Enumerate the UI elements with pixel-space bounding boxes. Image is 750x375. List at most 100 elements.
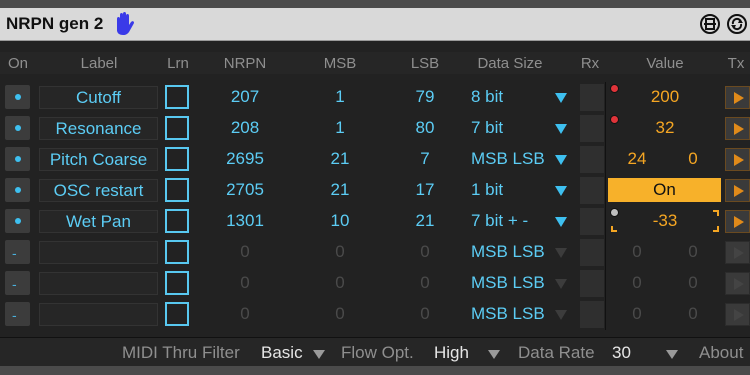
tx-button[interactable] xyxy=(725,210,750,233)
data-rate-select[interactable]: 30 xyxy=(612,343,631,363)
learn-toggle[interactable] xyxy=(165,302,189,326)
lsb-number[interactable]: 0 xyxy=(390,304,460,324)
dropdown-arrow-icon[interactable] xyxy=(555,93,567,103)
nrpn-number[interactable]: 207 xyxy=(210,87,280,107)
chevron-down-icon[interactable] xyxy=(666,350,678,359)
rx-toggle[interactable] xyxy=(580,84,604,111)
on-toggle[interactable] xyxy=(5,85,30,109)
learn-toggle[interactable] xyxy=(165,85,189,109)
tx-button[interactable] xyxy=(725,272,750,295)
rx-toggle[interactable] xyxy=(580,208,604,235)
dropdown-arrow-icon[interactable] xyxy=(555,310,567,320)
data-size-select[interactable]: 8 bit xyxy=(471,87,503,107)
chevron-down-icon[interactable] xyxy=(488,350,500,359)
label-field[interactable] xyxy=(39,241,158,264)
msb-number[interactable]: 10 xyxy=(305,211,375,231)
lsb-number[interactable]: 21 xyxy=(390,211,460,231)
label-field[interactable]: Pitch Coarse xyxy=(39,148,158,171)
lsb-number[interactable]: 7 xyxy=(390,149,460,169)
msb-number[interactable]: 0 xyxy=(305,273,375,293)
dropdown-arrow-icon[interactable] xyxy=(555,217,567,227)
on-toggle[interactable] xyxy=(5,116,30,140)
nrpn-number[interactable]: 208 xyxy=(210,118,280,138)
value-msb-number[interactable]: 0 xyxy=(612,242,662,262)
tx-button[interactable] xyxy=(725,148,750,171)
rx-toggle[interactable] xyxy=(580,115,604,142)
data-size-select[interactable]: MSB LSB xyxy=(471,273,545,293)
value-lsb-number[interactable]: 0 xyxy=(668,242,718,262)
refresh-icon[interactable] xyxy=(727,14,747,34)
lsb-number[interactable]: 79 xyxy=(390,87,460,107)
msb-number[interactable]: 0 xyxy=(305,304,375,324)
msb-number[interactable]: 21 xyxy=(305,180,375,200)
value-msb-number[interactable]: 24 xyxy=(612,149,662,169)
label-field[interactable] xyxy=(39,303,158,326)
pin-icon[interactable] xyxy=(700,14,720,34)
learn-toggle[interactable] xyxy=(165,209,189,233)
value-msb-number[interactable]: 0 xyxy=(612,273,662,293)
data-size-select[interactable]: 7 bit xyxy=(471,118,503,138)
value-msb-number[interactable]: 0 xyxy=(612,304,662,324)
tx-button[interactable] xyxy=(725,86,750,109)
label-field[interactable]: OSC restart xyxy=(39,179,158,202)
nrpn-number[interactable]: 0 xyxy=(210,242,280,262)
dropdown-arrow-icon[interactable] xyxy=(555,155,567,165)
dropdown-arrow-icon[interactable] xyxy=(555,248,567,258)
value-number[interactable]: 200 xyxy=(610,87,720,107)
learn-toggle[interactable] xyxy=(165,178,189,202)
data-size-select[interactable]: MSB LSB xyxy=(471,242,545,262)
msb-number[interactable]: 21 xyxy=(305,149,375,169)
lsb-number[interactable]: 0 xyxy=(390,242,460,262)
data-size-select[interactable]: 7 bit + - xyxy=(471,211,528,231)
data-size-select[interactable]: 1 bit xyxy=(471,180,503,200)
rx-toggle[interactable] xyxy=(580,270,604,297)
about-button[interactable]: About xyxy=(699,343,743,363)
tx-button[interactable] xyxy=(725,303,750,326)
value-number[interactable]: 32 xyxy=(610,118,720,138)
midi-thru-select[interactable]: Basic xyxy=(261,343,303,363)
tx-button[interactable] xyxy=(725,117,750,140)
lsb-number[interactable]: 0 xyxy=(390,273,460,293)
dropdown-arrow-icon[interactable] xyxy=(555,124,567,134)
nrpn-number[interactable]: 0 xyxy=(210,304,280,324)
value-toggle-button[interactable]: On xyxy=(608,178,721,202)
on-toggle[interactable]: - xyxy=(5,302,30,326)
on-toggle[interactable]: - xyxy=(5,271,30,295)
data-size-select[interactable]: MSB LSB xyxy=(471,304,545,324)
flow-opt-select[interactable]: High xyxy=(434,343,469,363)
learn-toggle[interactable] xyxy=(165,116,189,140)
nrpn-number[interactable]: 2705 xyxy=(210,180,280,200)
rx-toggle[interactable] xyxy=(580,301,604,328)
dropdown-arrow-icon[interactable] xyxy=(555,279,567,289)
label-field[interactable]: Cutoff xyxy=(39,86,158,109)
learn-toggle[interactable] xyxy=(165,240,189,264)
value-lsb-number[interactable]: 0 xyxy=(668,304,718,324)
label-field[interactable] xyxy=(39,272,158,295)
learn-toggle[interactable] xyxy=(165,271,189,295)
rx-toggle[interactable] xyxy=(580,146,604,173)
on-toggle[interactable] xyxy=(5,178,30,202)
data-size-select[interactable]: MSB LSB xyxy=(471,149,545,169)
on-toggle[interactable] xyxy=(5,147,30,171)
label-field[interactable]: Wet Pan xyxy=(39,210,158,233)
tx-button[interactable] xyxy=(725,179,750,202)
nrpn-number[interactable]: 2695 xyxy=(210,149,280,169)
chevron-down-icon[interactable] xyxy=(313,350,325,359)
tx-button[interactable] xyxy=(725,241,750,264)
value-number[interactable]: -33 xyxy=(610,211,720,231)
msb-number[interactable]: 0 xyxy=(305,242,375,262)
value-lsb-number[interactable]: 0 xyxy=(668,149,718,169)
nrpn-number[interactable]: 1301 xyxy=(210,211,280,231)
msb-number[interactable]: 1 xyxy=(305,87,375,107)
msb-number[interactable]: 1 xyxy=(305,118,375,138)
label-field[interactable]: Resonance xyxy=(39,117,158,140)
nrpn-number[interactable]: 0 xyxy=(210,273,280,293)
learn-toggle[interactable] xyxy=(165,147,189,171)
on-toggle[interactable] xyxy=(5,209,30,233)
on-toggle[interactable]: - xyxy=(5,240,30,264)
value-lsb-number[interactable]: 0 xyxy=(668,273,718,293)
lsb-number[interactable]: 80 xyxy=(390,118,460,138)
rx-toggle[interactable] xyxy=(580,239,604,266)
lsb-number[interactable]: 17 xyxy=(390,180,460,200)
dropdown-arrow-icon[interactable] xyxy=(555,186,567,196)
